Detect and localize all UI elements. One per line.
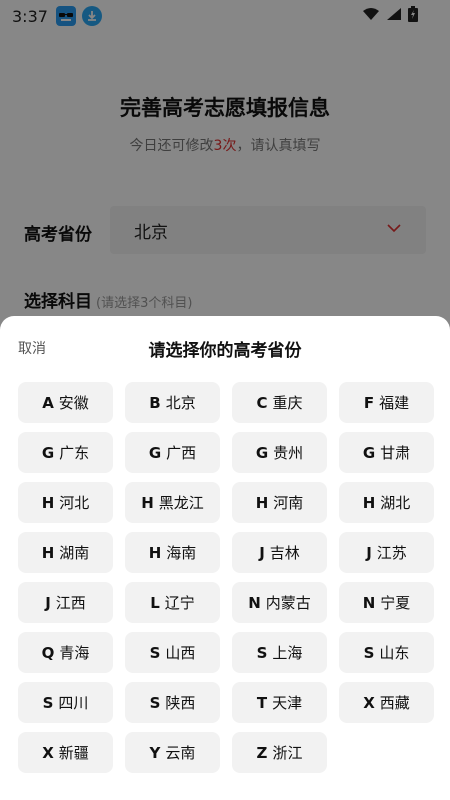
- province-name: 云南: [165, 744, 196, 762]
- province-name: 天津: [272, 694, 303, 712]
- province-button[interactable]: N 宁夏: [339, 582, 434, 623]
- province-button[interactable]: Q 青海: [18, 632, 113, 673]
- province-letter: H: [141, 493, 154, 512]
- province-button[interactable]: J 江苏: [339, 532, 434, 573]
- province-name: 北京: [165, 394, 196, 412]
- province-name: 上海: [272, 644, 303, 662]
- province-button[interactable]: S 上海: [232, 632, 327, 673]
- province-button[interactable]: J 吉林: [232, 532, 327, 573]
- province-button[interactable]: H 海南: [125, 532, 220, 573]
- province-letter: B: [149, 393, 161, 412]
- province-button[interactable]: X 新疆: [18, 732, 113, 773]
- province-button[interactable]: T 天津: [232, 682, 327, 723]
- province-picker-sheet: 取消 请选择你的高考省份 A 安徽 B 北京 C 重庆 F 福建 G 广东 G 广西 G 贵州 G 甘肃 H 河北…: [0, 316, 450, 800]
- province-letter: J: [45, 593, 51, 612]
- province-letter: H: [148, 543, 162, 562]
- province-letter: G: [362, 443, 376, 462]
- province-letter: N: [248, 593, 261, 612]
- province-button[interactable]: L 辽宁: [125, 582, 220, 623]
- province-button[interactable]: A 安徽: [18, 382, 113, 423]
- province-name: 吉林: [269, 544, 300, 562]
- province-name: 黑龙江: [158, 494, 204, 512]
- province-letter: G: [148, 443, 162, 462]
- province-letter: G: [255, 443, 269, 462]
- province-letter: F: [363, 393, 375, 412]
- province-letter: H: [41, 493, 55, 512]
- province-name: 江西: [55, 594, 86, 612]
- province-button[interactable]: F 福建: [339, 382, 434, 423]
- province-letter: J: [366, 543, 372, 562]
- province-name: 福建: [379, 394, 410, 412]
- province-name: 宁夏: [380, 594, 411, 612]
- province-button[interactable]: N 内蒙古: [232, 582, 327, 623]
- province-button[interactable]: H 湖南: [18, 532, 113, 573]
- province-button[interactable]: S 山西: [125, 632, 220, 673]
- province-name: 重庆: [272, 394, 303, 412]
- cancel-button[interactable]: 取消: [18, 338, 46, 358]
- province-letter: Z: [256, 743, 268, 762]
- province-button[interactable]: G 甘肃: [339, 432, 434, 473]
- province-button[interactable]: G 广西: [125, 432, 220, 473]
- province-letter: J: [259, 543, 265, 562]
- province-button[interactable]: J 江西: [18, 582, 113, 623]
- province-button[interactable]: H 河南: [232, 482, 327, 523]
- province-name: 江苏: [376, 544, 407, 562]
- province-name: 广东: [59, 444, 90, 462]
- province-name: 山西: [165, 644, 196, 662]
- province-button[interactable]: S 山东: [339, 632, 434, 673]
- province-name: 新疆: [58, 744, 89, 762]
- province-name: 陕西: [165, 694, 196, 712]
- province-letter: H: [362, 493, 376, 512]
- province-letter: X: [42, 743, 54, 762]
- province-name: 安徽: [58, 394, 89, 412]
- province-name: 海南: [166, 544, 197, 562]
- province-letter: S: [149, 643, 161, 662]
- province-button[interactable]: G 广东: [18, 432, 113, 473]
- province-letter: N: [362, 593, 376, 612]
- province-letter: Y: [149, 743, 161, 762]
- province-name: 广西: [166, 444, 197, 462]
- province-button[interactable]: H 湖北: [339, 482, 434, 523]
- province-name: 甘肃: [380, 444, 411, 462]
- province-name: 辽宁: [164, 594, 195, 612]
- province-name: 西藏: [379, 694, 410, 712]
- province-button[interactable]: H 河北: [18, 482, 113, 523]
- province-button[interactable]: B 北京: [125, 382, 220, 423]
- province-button[interactable]: X 西藏: [339, 682, 434, 723]
- province-name: 湖南: [59, 544, 90, 562]
- province-name: 山东: [379, 644, 410, 662]
- province-button[interactable]: S 陕西: [125, 682, 220, 723]
- province-letter: C: [256, 393, 268, 412]
- sheet-title: 请选择你的高考省份: [148, 341, 302, 361]
- province-letter: S: [256, 643, 268, 662]
- province-button[interactable]: S 四川: [18, 682, 113, 723]
- province-letter: S: [363, 643, 375, 662]
- province-letter: Q: [41, 643, 55, 662]
- province-button[interactable]: Z 浙江: [232, 732, 327, 773]
- province-button[interactable]: G 贵州: [232, 432, 327, 473]
- province-name: 贵州: [273, 444, 304, 462]
- province-letter: S: [42, 693, 54, 712]
- province-letter: L: [150, 593, 160, 612]
- province-letter: S: [149, 693, 161, 712]
- province-name: 浙江: [272, 744, 303, 762]
- province-letter: T: [256, 693, 268, 712]
- province-grid: A 安徽 B 北京 C 重庆 F 福建 G 广东 G 广西 G 贵州 G 甘肃 H 河北 H 黑龙江 H 河南 H 湖北 H 湖南…: [18, 382, 434, 773]
- province-button[interactable]: C 重庆: [232, 382, 327, 423]
- province-button[interactable]: Y 云南: [125, 732, 220, 773]
- province-letter: A: [42, 393, 54, 412]
- province-name: 河北: [59, 494, 90, 512]
- province-button[interactable]: H 黑龙江: [125, 482, 220, 523]
- province-name: 内蒙古: [265, 594, 311, 612]
- province-name: 河南: [273, 494, 304, 512]
- province-name: 湖北: [380, 494, 411, 512]
- province-name: 四川: [58, 694, 89, 712]
- province-letter: H: [41, 543, 55, 562]
- province-letter: H: [255, 493, 269, 512]
- province-name: 青海: [59, 644, 90, 662]
- province-letter: G: [41, 443, 55, 462]
- province-letter: X: [363, 693, 375, 712]
